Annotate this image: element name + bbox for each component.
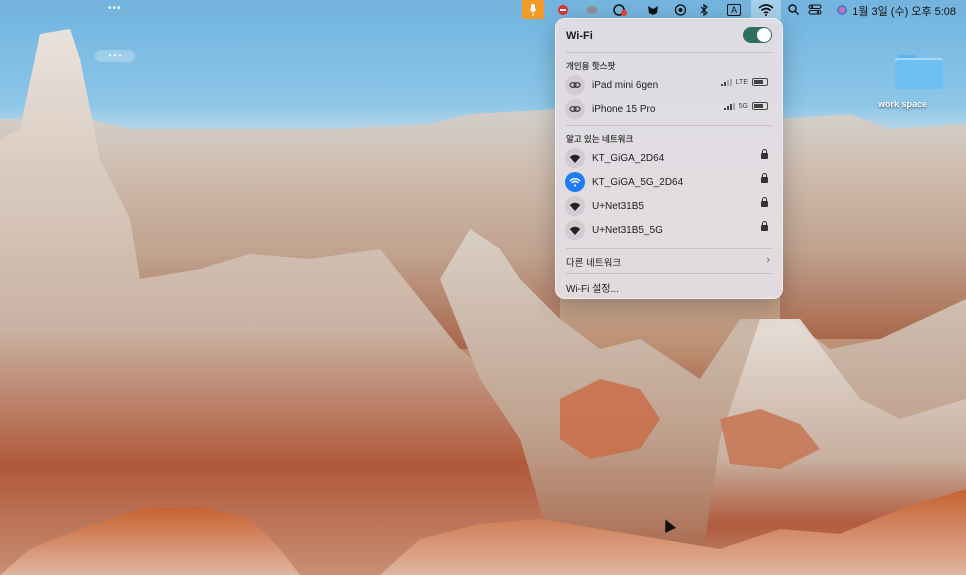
wifi-icon[interactable] — [751, 0, 781, 19]
cloud-sync-icon[interactable] — [612, 0, 628, 19]
lock-icon — [761, 173, 768, 183]
siri-icon[interactable] — [835, 0, 849, 19]
hotspot-name: iPhone 15 Pro — [592, 103, 656, 115]
lock-icon — [761, 221, 768, 231]
battery-icon — [752, 78, 768, 86]
search-icon[interactable] — [786, 0, 800, 19]
network-name: U+Net31B5_5G — [592, 224, 663, 236]
bluetooth-icon[interactable] — [698, 0, 710, 19]
bubble-icon[interactable] — [585, 0, 599, 19]
window-controls-ghost: • • • — [95, 50, 135, 62]
cellular-signal-icon — [720, 78, 732, 86]
menu-clock[interactable]: 1월 3일 (수) 오후 5:08 — [852, 3, 956, 19]
divider — [566, 273, 772, 274]
hotspot-name: iPad mini 6gen — [592, 79, 659, 91]
wifi-panel-title: Wi-Fi — [566, 30, 593, 42]
input-source-label: A — [726, 3, 741, 16]
cellular-signal-icon — [723, 102, 735, 110]
menu-bar: ••• A 1월 3일 (수) 오후 5:08 — [0, 0, 966, 19]
folder-label[interactable]: work space — [878, 99, 958, 109]
wifi-signal-icon — [565, 220, 585, 240]
wifi-signal-icon — [565, 148, 585, 168]
network-name: U+Net31B5 — [592, 200, 644, 212]
lock-icon — [761, 197, 768, 207]
hotspot-row-iphone[interactable]: iPhone 15 Pro 5G — [562, 98, 776, 120]
hotspot-section-label: 개인용 핫스팟 — [566, 61, 616, 71]
wifi-menu-panel: Wi-Fi 개인용 핫스팟 iPad mini 6gen LTE iPhone … — [555, 18, 783, 299]
other-networks-row[interactable]: 다른 네트워크 › — [566, 254, 772, 269]
hotspot-link-icon — [565, 75, 585, 95]
lock-icon — [761, 149, 768, 159]
hotspot-network-type: LTE — [735, 78, 748, 86]
shield-icon[interactable] — [646, 0, 660, 19]
network-name: KT_GiGA_5G_2D64 — [592, 176, 684, 188]
hotspot-link-icon — [565, 99, 585, 119]
battery-icon — [752, 102, 768, 110]
wifi-signal-icon — [565, 196, 585, 216]
airplay-icon[interactable] — [673, 0, 687, 19]
network-row-active[interactable]: KT_GiGA_5G_2D64 — [562, 171, 776, 193]
divider — [566, 248, 772, 249]
network-name: KT_GiGA_2D64 — [592, 152, 665, 164]
wifi-settings-link[interactable]: Wi-Fi 설정... — [566, 280, 619, 295]
menu-dots: ••• — [108, 3, 122, 14]
network-row[interactable]: U+Net31B5 — [562, 195, 776, 217]
control-center-icon[interactable] — [807, 0, 823, 19]
desktop-wallpaper: • • • work space — [0, 19, 966, 575]
red-status-icon[interactable] — [556, 0, 570, 19]
input-source-icon[interactable]: A — [724, 0, 744, 19]
hotspot-network-type: 5G — [738, 102, 748, 110]
known-networks-label: 알고 있는 네트워크 — [566, 134, 634, 144]
divider — [566, 52, 772, 53]
other-networks-label: 다른 네트워크 — [566, 258, 622, 269]
chevron-right-icon: › — [766, 254, 770, 266]
divider — [566, 125, 772, 126]
wifi-signal-icon — [565, 172, 585, 192]
folder-icon[interactable] — [895, 55, 943, 89]
mic-icon[interactable] — [522, 0, 544, 19]
wallpaper-rocks — [0, 29, 966, 575]
network-row[interactable]: KT_GiGA_2D64 — [562, 147, 776, 169]
wifi-toggle[interactable] — [743, 27, 772, 43]
hotspot-row-ipad[interactable]: iPad mini 6gen LTE — [562, 74, 776, 96]
network-row[interactable]: U+Net31B5_5G — [562, 219, 776, 241]
